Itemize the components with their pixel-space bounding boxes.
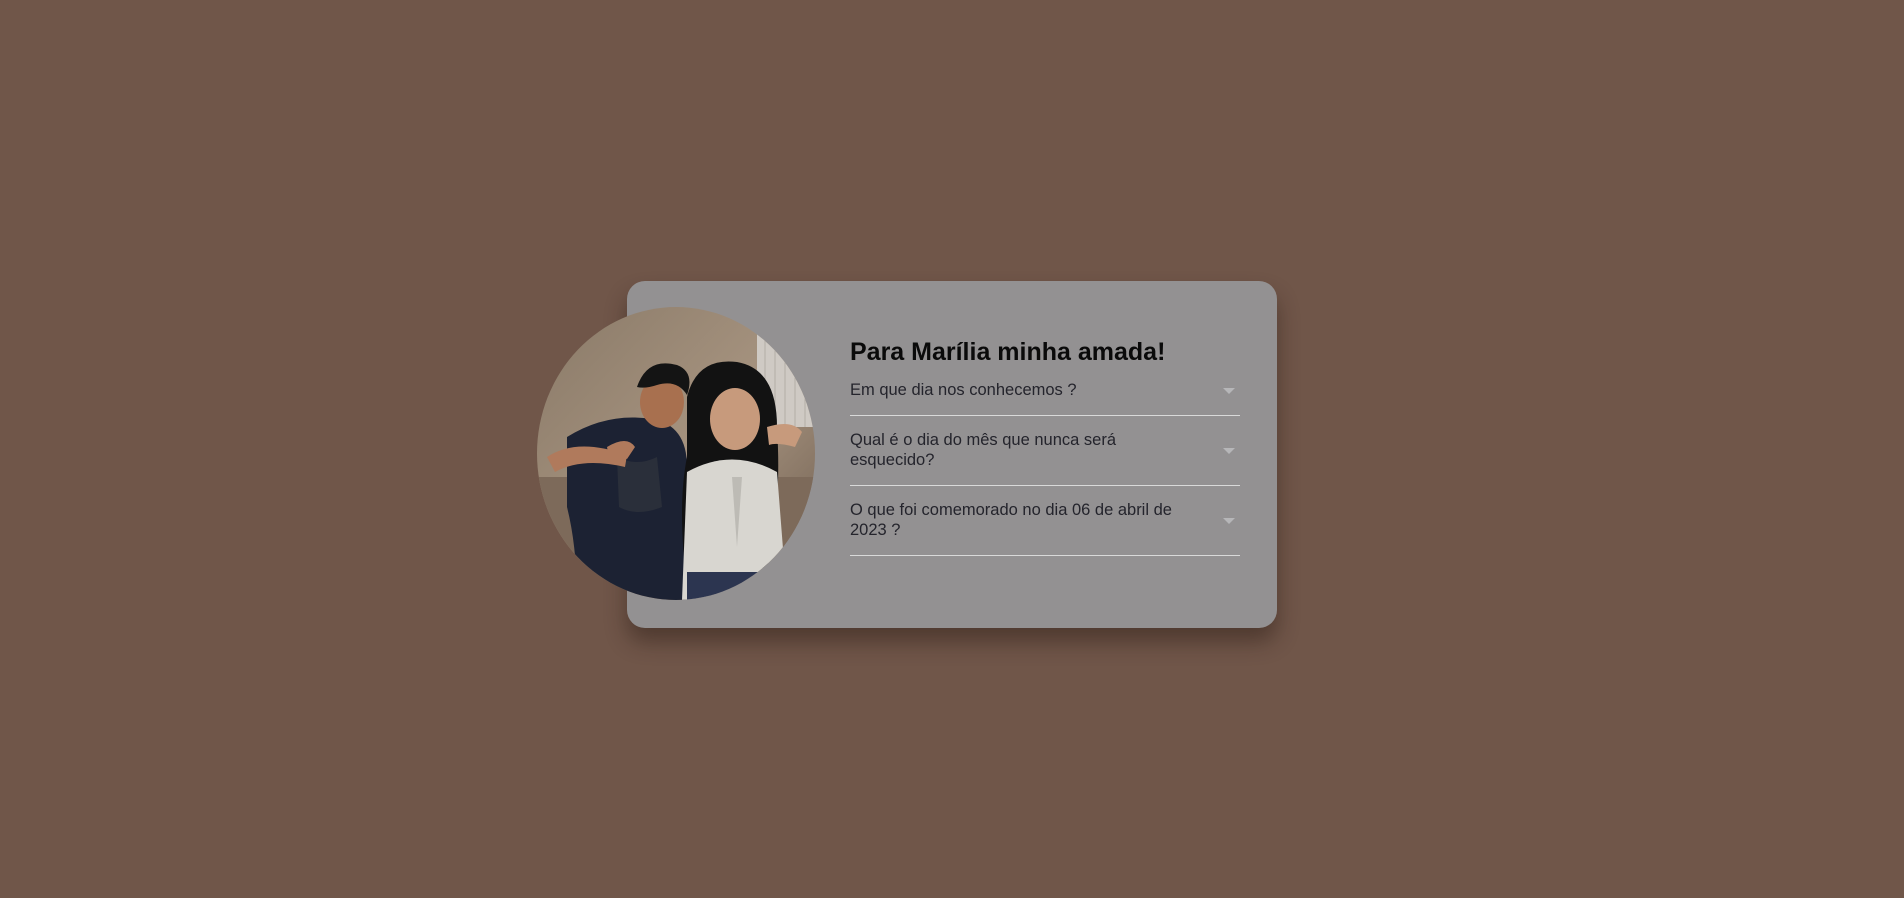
page: { "colors": { "background": "#705649", "…: [0, 0, 1904, 898]
faq-question: Qual é o dia do mês que nunca será esque…: [850, 431, 1117, 469]
page-title: Para Marília minha amada!: [850, 338, 1166, 366]
faq-item-2[interactable]: Qual é o dia do mês que nunca será esque…: [850, 430, 1240, 486]
chevron-down-icon[interactable]: [1223, 388, 1235, 394]
faq-question: Em que dia nos conhecemos ?: [850, 381, 1077, 399]
content: Para Marília minha amada! Em que dia nos…: [850, 336, 1240, 570]
faq-item-1[interactable]: Em que dia nos conhecemos ?: [850, 380, 1240, 416]
couple-photo: [537, 307, 815, 600]
chevron-down-icon[interactable]: [1223, 518, 1235, 524]
chevron-down-icon[interactable]: [1223, 448, 1235, 454]
faq-item-3[interactable]: O que foi comemorado no dia 06 de abril …: [850, 500, 1240, 556]
faq-question: O que foi comemorado no dia 06 de abril …: [850, 501, 1172, 539]
